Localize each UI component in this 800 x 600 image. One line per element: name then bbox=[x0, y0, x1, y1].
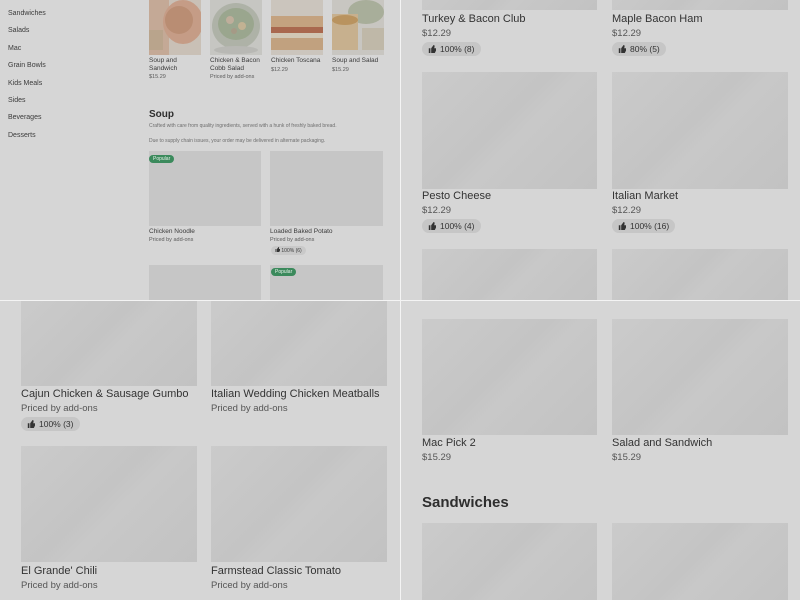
item-price: Priced by add-ons bbox=[270, 237, 315, 243]
rating-text: 80% (5) bbox=[630, 44, 660, 54]
item-image[interactable] bbox=[149, 265, 261, 300]
rating-pill: 100% (16) bbox=[612, 219, 676, 233]
item-price: $12.29 bbox=[271, 67, 288, 73]
sidebar-item-desserts[interactable]: Desserts bbox=[8, 131, 46, 148]
section-description: Crafted with care from quality ingredien… bbox=[149, 123, 337, 129]
item-image-el-grande-chili[interactable] bbox=[21, 446, 197, 562]
quadrant-top-right: Turkey & Bacon Club $12.29 100% (8) Mapl… bbox=[401, 0, 800, 300]
item-price: Priced by add-ons bbox=[211, 403, 288, 414]
quadrant-bottom-right: Mac Pick 2 $15.29 Salad and Sandwich $15… bbox=[401, 301, 800, 600]
item-name-soup-and-sandwich[interactable]: Soup and Sandwich bbox=[149, 57, 177, 73]
sidebar-item-sandwiches[interactable]: Sandwiches bbox=[8, 9, 46, 26]
rating-pill: 100% (8) bbox=[422, 42, 481, 56]
item-image[interactable] bbox=[422, 249, 597, 300]
sidebar-item-kids-meals[interactable]: Kids Meals bbox=[8, 79, 46, 96]
rating-text: 100% (3) bbox=[39, 419, 74, 429]
category-sidebar: Sandwiches Salads Mac Grain Bowls Kids M… bbox=[8, 9, 46, 148]
item-name-pesto-cheese[interactable]: Pesto Cheese bbox=[422, 190, 491, 202]
rating-pill: 100% (3) bbox=[21, 417, 80, 431]
section-notice: Due to supply chain issues, your order m… bbox=[149, 138, 326, 144]
item-image-pesto-cheese[interactable] bbox=[422, 72, 597, 189]
item-name-line: Cobb Salad bbox=[210, 65, 244, 72]
item-name-mac-pick-2[interactable]: Mac Pick 2 bbox=[422, 437, 476, 449]
item-image[interactable] bbox=[612, 249, 788, 300]
item-name-chicken-noodle[interactable]: Chicken Noodle bbox=[149, 228, 195, 236]
item-name-line: Chicken & Bacon bbox=[210, 57, 260, 64]
item-name-chicken-toscana[interactable]: Chicken Toscana bbox=[271, 57, 320, 65]
item-name-loaded-baked-potato[interactable]: Loaded Baked Potato bbox=[270, 228, 333, 236]
thumbs-up-icon bbox=[618, 222, 626, 230]
item-price: $12.29 bbox=[612, 28, 642, 39]
item-price: $12.29 bbox=[422, 28, 452, 39]
item-name-salad-and-sandwich[interactable]: Salad and Sandwich bbox=[612, 437, 712, 449]
item-image-loaded-baked-potato[interactable] bbox=[270, 151, 383, 226]
section-title-soup: Soup bbox=[149, 109, 174, 120]
item-name-chicken-bacon-cobb-salad[interactable]: Chicken & Bacon Cobb Salad bbox=[210, 57, 260, 73]
item-price: $15.29 bbox=[149, 74, 166, 80]
item-price: Priced by add-ons bbox=[211, 580, 288, 591]
item-name-farmstead-classic-tomato[interactable]: Farmstead Classic Tomato bbox=[211, 565, 341, 577]
section-title-sandwiches: Sandwiches bbox=[422, 494, 509, 511]
item-image[interactable] bbox=[612, 0, 788, 10]
item-price: Priced by add-ons bbox=[210, 74, 255, 80]
item-image-mac-pick-2[interactable] bbox=[422, 319, 597, 435]
sidebar-item-salads[interactable]: Salads bbox=[8, 26, 46, 43]
quadrant-bottom-left: Cajun Chicken & Sausage Gumbo Priced by … bbox=[0, 301, 400, 600]
thumbs-up-icon bbox=[428, 222, 436, 230]
rating-pill: 80% (5) bbox=[612, 42, 666, 56]
popular-badge: Popular bbox=[149, 155, 175, 163]
item-price: $12.29 bbox=[612, 205, 642, 216]
popular-badge: Popular bbox=[271, 268, 297, 276]
item-price: $15.29 bbox=[612, 452, 642, 463]
thumbs-up-icon bbox=[275, 247, 280, 252]
item-image-soup-and-sandwich[interactable] bbox=[149, 0, 201, 55]
item-price: Priced by add-ons bbox=[149, 237, 194, 243]
item-image-chicken-bacon-cobb-salad[interactable] bbox=[210, 0, 262, 55]
thumbs-up-icon bbox=[27, 420, 35, 428]
sidebar-item-beverages[interactable]: Beverages bbox=[8, 113, 46, 130]
thumbs-up-icon bbox=[428, 45, 436, 53]
rating-pill: 100% (6) bbox=[271, 246, 306, 255]
item-image-salad-and-sandwich[interactable] bbox=[612, 319, 788, 435]
quadrant-top-left: Sandwiches Salads Mac Grain Bowls Kids M… bbox=[0, 0, 400, 300]
item-name-line: Sandwich bbox=[149, 65, 178, 72]
item-image[interactable] bbox=[422, 0, 597, 10]
item-image-cajun-gumbo[interactable] bbox=[21, 301, 197, 386]
item-name-maple-bacon-ham[interactable]: Maple Bacon Ham bbox=[612, 13, 703, 25]
item-image[interactable] bbox=[422, 523, 597, 600]
item-name-el-grande-chili[interactable]: El Grande' Chili bbox=[21, 565, 97, 577]
item-image[interactable] bbox=[612, 523, 788, 600]
item-name-turkey-bacon-club[interactable]: Turkey & Bacon Club bbox=[422, 13, 526, 25]
sidebar-item-sides[interactable]: Sides bbox=[8, 96, 46, 113]
item-name-line: Soup and bbox=[149, 57, 177, 64]
sidebar-item-mac[interactable]: Mac bbox=[8, 44, 46, 61]
item-price: Priced by add-ons bbox=[21, 403, 98, 414]
item-image-italian-market[interactable] bbox=[612, 72, 788, 189]
item-name-soup-and-salad[interactable]: Soup and Salad bbox=[332, 57, 378, 65]
rating-text: 100% (4) bbox=[440, 221, 475, 231]
sidebar-item-grain-bowls[interactable]: Grain Bowls bbox=[8, 61, 46, 78]
item-price: $12.29 bbox=[422, 205, 452, 216]
item-price: $15.29 bbox=[332, 67, 349, 73]
item-image-farmstead-tomato[interactable] bbox=[211, 446, 387, 562]
item-price: $15.29 bbox=[422, 452, 452, 463]
item-price: Priced by add-ons bbox=[21, 580, 98, 591]
rating-pill: 100% (4) bbox=[422, 219, 481, 233]
item-image-italian-wedding[interactable] bbox=[211, 301, 387, 386]
item-image-chicken-toscana[interactable] bbox=[271, 0, 323, 55]
rating-text: 100% (16) bbox=[630, 221, 670, 231]
item-name-italian-market[interactable]: Italian Market bbox=[612, 190, 678, 202]
item-name-cajun-chicken-sausage-gumbo[interactable]: Cajun Chicken & Sausage Gumbo bbox=[21, 388, 189, 400]
thumbs-up-icon bbox=[618, 45, 626, 53]
rating-text: 100% (8) bbox=[440, 44, 475, 54]
rating-text: 100% (6) bbox=[281, 248, 302, 254]
item-name-italian-wedding-chicken-meatballs[interactable]: Italian Wedding Chicken Meatballs bbox=[211, 388, 380, 400]
item-image-soup-and-salad[interactable] bbox=[332, 0, 384, 55]
